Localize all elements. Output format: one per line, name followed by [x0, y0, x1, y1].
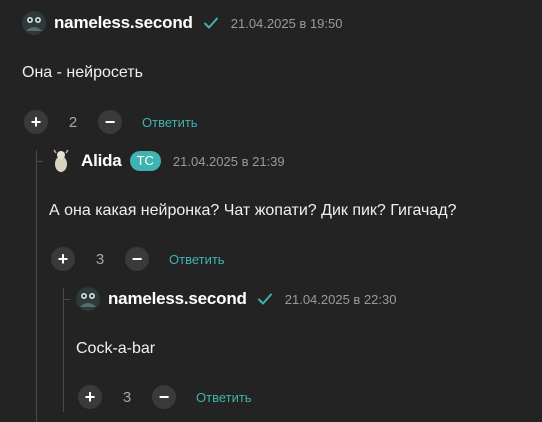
op-badge: ТС [129, 151, 161, 171]
avatar[interactable] [49, 149, 73, 173]
check-icon [203, 15, 219, 31]
plus-icon[interactable]: + [24, 110, 48, 134]
minus-icon[interactable]: − [152, 385, 176, 409]
vote-score: 2 [68, 113, 78, 131]
avatar[interactable] [22, 11, 46, 35]
comment-text: Она - нейросеть [22, 64, 143, 81]
comment-actions: + 3 − Ответить [51, 247, 225, 271]
comment-header: Alida ТС 21.04.2025 в 21:39 [49, 147, 285, 175]
plus-icon[interactable]: + [51, 247, 75, 271]
author-name[interactable]: nameless.second [54, 13, 193, 33]
comment-text: А она какая нейронка? Чат жопати? Дик пи… [49, 202, 457, 219]
avatar[interactable] [76, 287, 100, 311]
comment-actions: + 3 − Ответить [78, 385, 252, 409]
comment-header: nameless.second 21.04.2025 в 22:30 [76, 285, 396, 313]
comment-header: nameless.second 21.04.2025 в 19:50 [22, 9, 342, 37]
author-name[interactable]: nameless.second [108, 289, 247, 309]
thread-branch-level-2 [63, 299, 70, 300]
comment-date: 21.04.2025 в 19:50 [230, 15, 343, 31]
comment-actions: + 2 − Ответить [24, 110, 198, 134]
comment-date: 21.04.2025 в 21:39 [172, 153, 285, 169]
thread-line-level-1 [36, 150, 37, 422]
reply-button[interactable]: Ответить [196, 390, 252, 405]
author-name[interactable]: Alida [81, 151, 122, 171]
plus-icon[interactable]: + [78, 385, 102, 409]
vote-score: 3 [122, 388, 132, 406]
check-icon [257, 291, 273, 307]
reply-button[interactable]: Ответить [169, 252, 225, 267]
minus-icon[interactable]: − [98, 110, 122, 134]
comment-text: Cock-a-bar [76, 340, 156, 357]
thread-branch-level-1 [36, 161, 43, 162]
reply-button[interactable]: Ответить [142, 115, 198, 130]
thread-line-level-2 [63, 288, 64, 412]
minus-icon[interactable]: − [125, 247, 149, 271]
vote-score: 3 [95, 250, 105, 268]
comment-date: 21.04.2025 в 22:30 [284, 291, 397, 307]
